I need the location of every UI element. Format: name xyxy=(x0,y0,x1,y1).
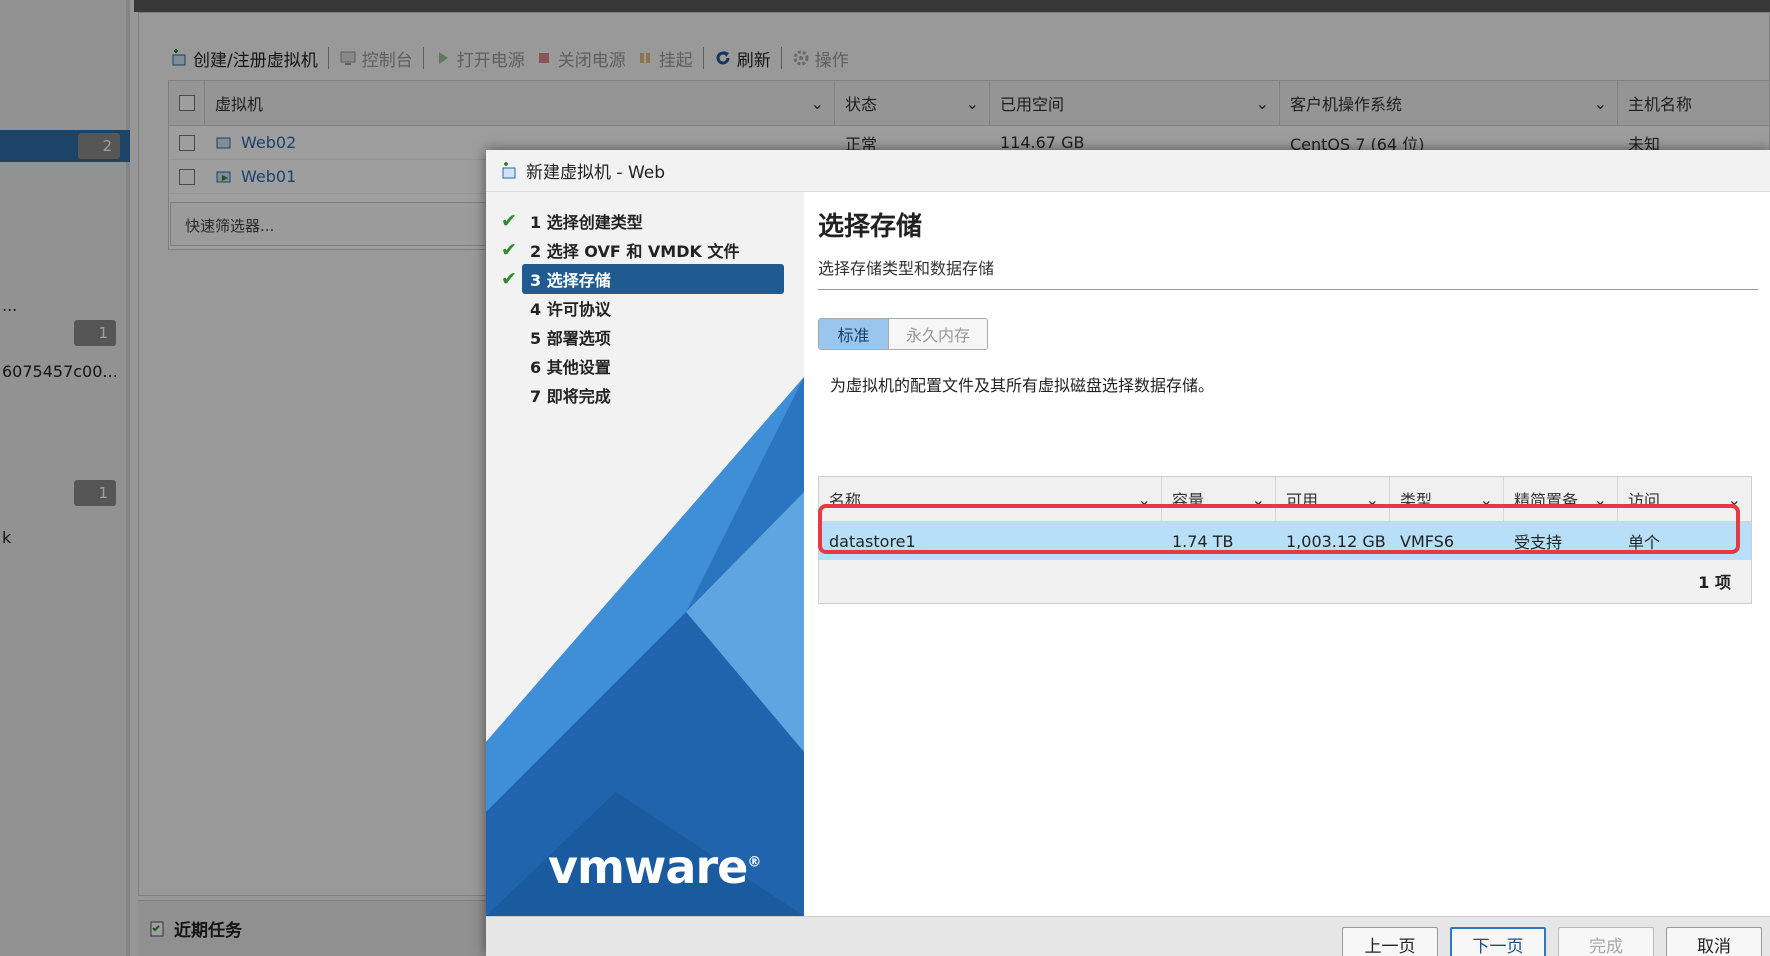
wizard-content: 选择存储 选择存储类型和数据存储 标准 永久内存 为虚拟机的配置文件及其所有虚拟… xyxy=(818,192,1758,916)
wizard-steps: ✔ 1 选择创建类型 ✔ 2 选择 OVF 和 VMDK 文件 ✔ 3 选择存储 4 … xyxy=(496,206,796,409)
wizard-step-sidebar: ✔ 1 选择创建类型 ✔ 2 选择 OVF 和 VMDK 文件 ✔ 3 选择存储 4 … xyxy=(486,192,804,916)
page-subtitle: 选择存储类型和数据存储 xyxy=(818,255,1758,290)
wizard-footer: 上一页 下一页 完成 取消 xyxy=(486,916,1770,956)
persistent-memory-tab[interactable]: 永久内存 xyxy=(889,319,987,349)
check-icon: ✔ xyxy=(501,267,517,290)
dialog-title-bar: 新建虚拟机 - Web xyxy=(486,150,1770,192)
highlight-annotation xyxy=(818,504,1740,554)
cancel-button[interactable]: 取消 xyxy=(1666,927,1762,956)
item-count: 1 项 xyxy=(1698,573,1731,592)
standard-storage-tab[interactable]: 标准 xyxy=(819,319,889,349)
new-vm-icon xyxy=(502,161,516,178)
dialog-title: 新建虚拟机 - Web xyxy=(526,163,666,183)
wizard-step[interactable]: ✔ 1 选择创建类型 xyxy=(496,206,796,235)
check-icon: ✔ xyxy=(501,238,517,261)
wizard-step: 5 部署选项 xyxy=(530,328,611,348)
page-title: 选择存储 xyxy=(818,212,923,242)
storage-type-toggle: 标准 永久内存 xyxy=(818,318,988,350)
wizard-step[interactable]: ✔ 2 选择 OVF 和 VMDK 文件 xyxy=(496,235,796,264)
new-vm-wizard-dialog: 新建虚拟机 - Web ✔ 1 选择创建类型 ✔ 2 选择 OVF 和 VMDK 文… xyxy=(486,150,1770,956)
next-button[interactable]: 下一页 xyxy=(1450,927,1546,956)
datastore-instruction: 为虚拟机的配置文件及其所有虚拟磁盘选择数据存储。 xyxy=(830,376,1215,395)
wizard-step: 7 即将完成 xyxy=(530,386,611,406)
wizard-step-current[interactable]: ✔ 3 选择存储 xyxy=(496,263,796,294)
wizard-step: 6 其他设置 xyxy=(530,357,611,377)
back-button[interactable]: 上一页 xyxy=(1342,927,1438,956)
finish-button[interactable]: 完成 xyxy=(1558,927,1654,956)
vmware-logo: vmware® xyxy=(548,840,761,894)
wizard-step: 4 许可协议 xyxy=(530,299,611,319)
check-icon: ✔ xyxy=(501,209,517,232)
